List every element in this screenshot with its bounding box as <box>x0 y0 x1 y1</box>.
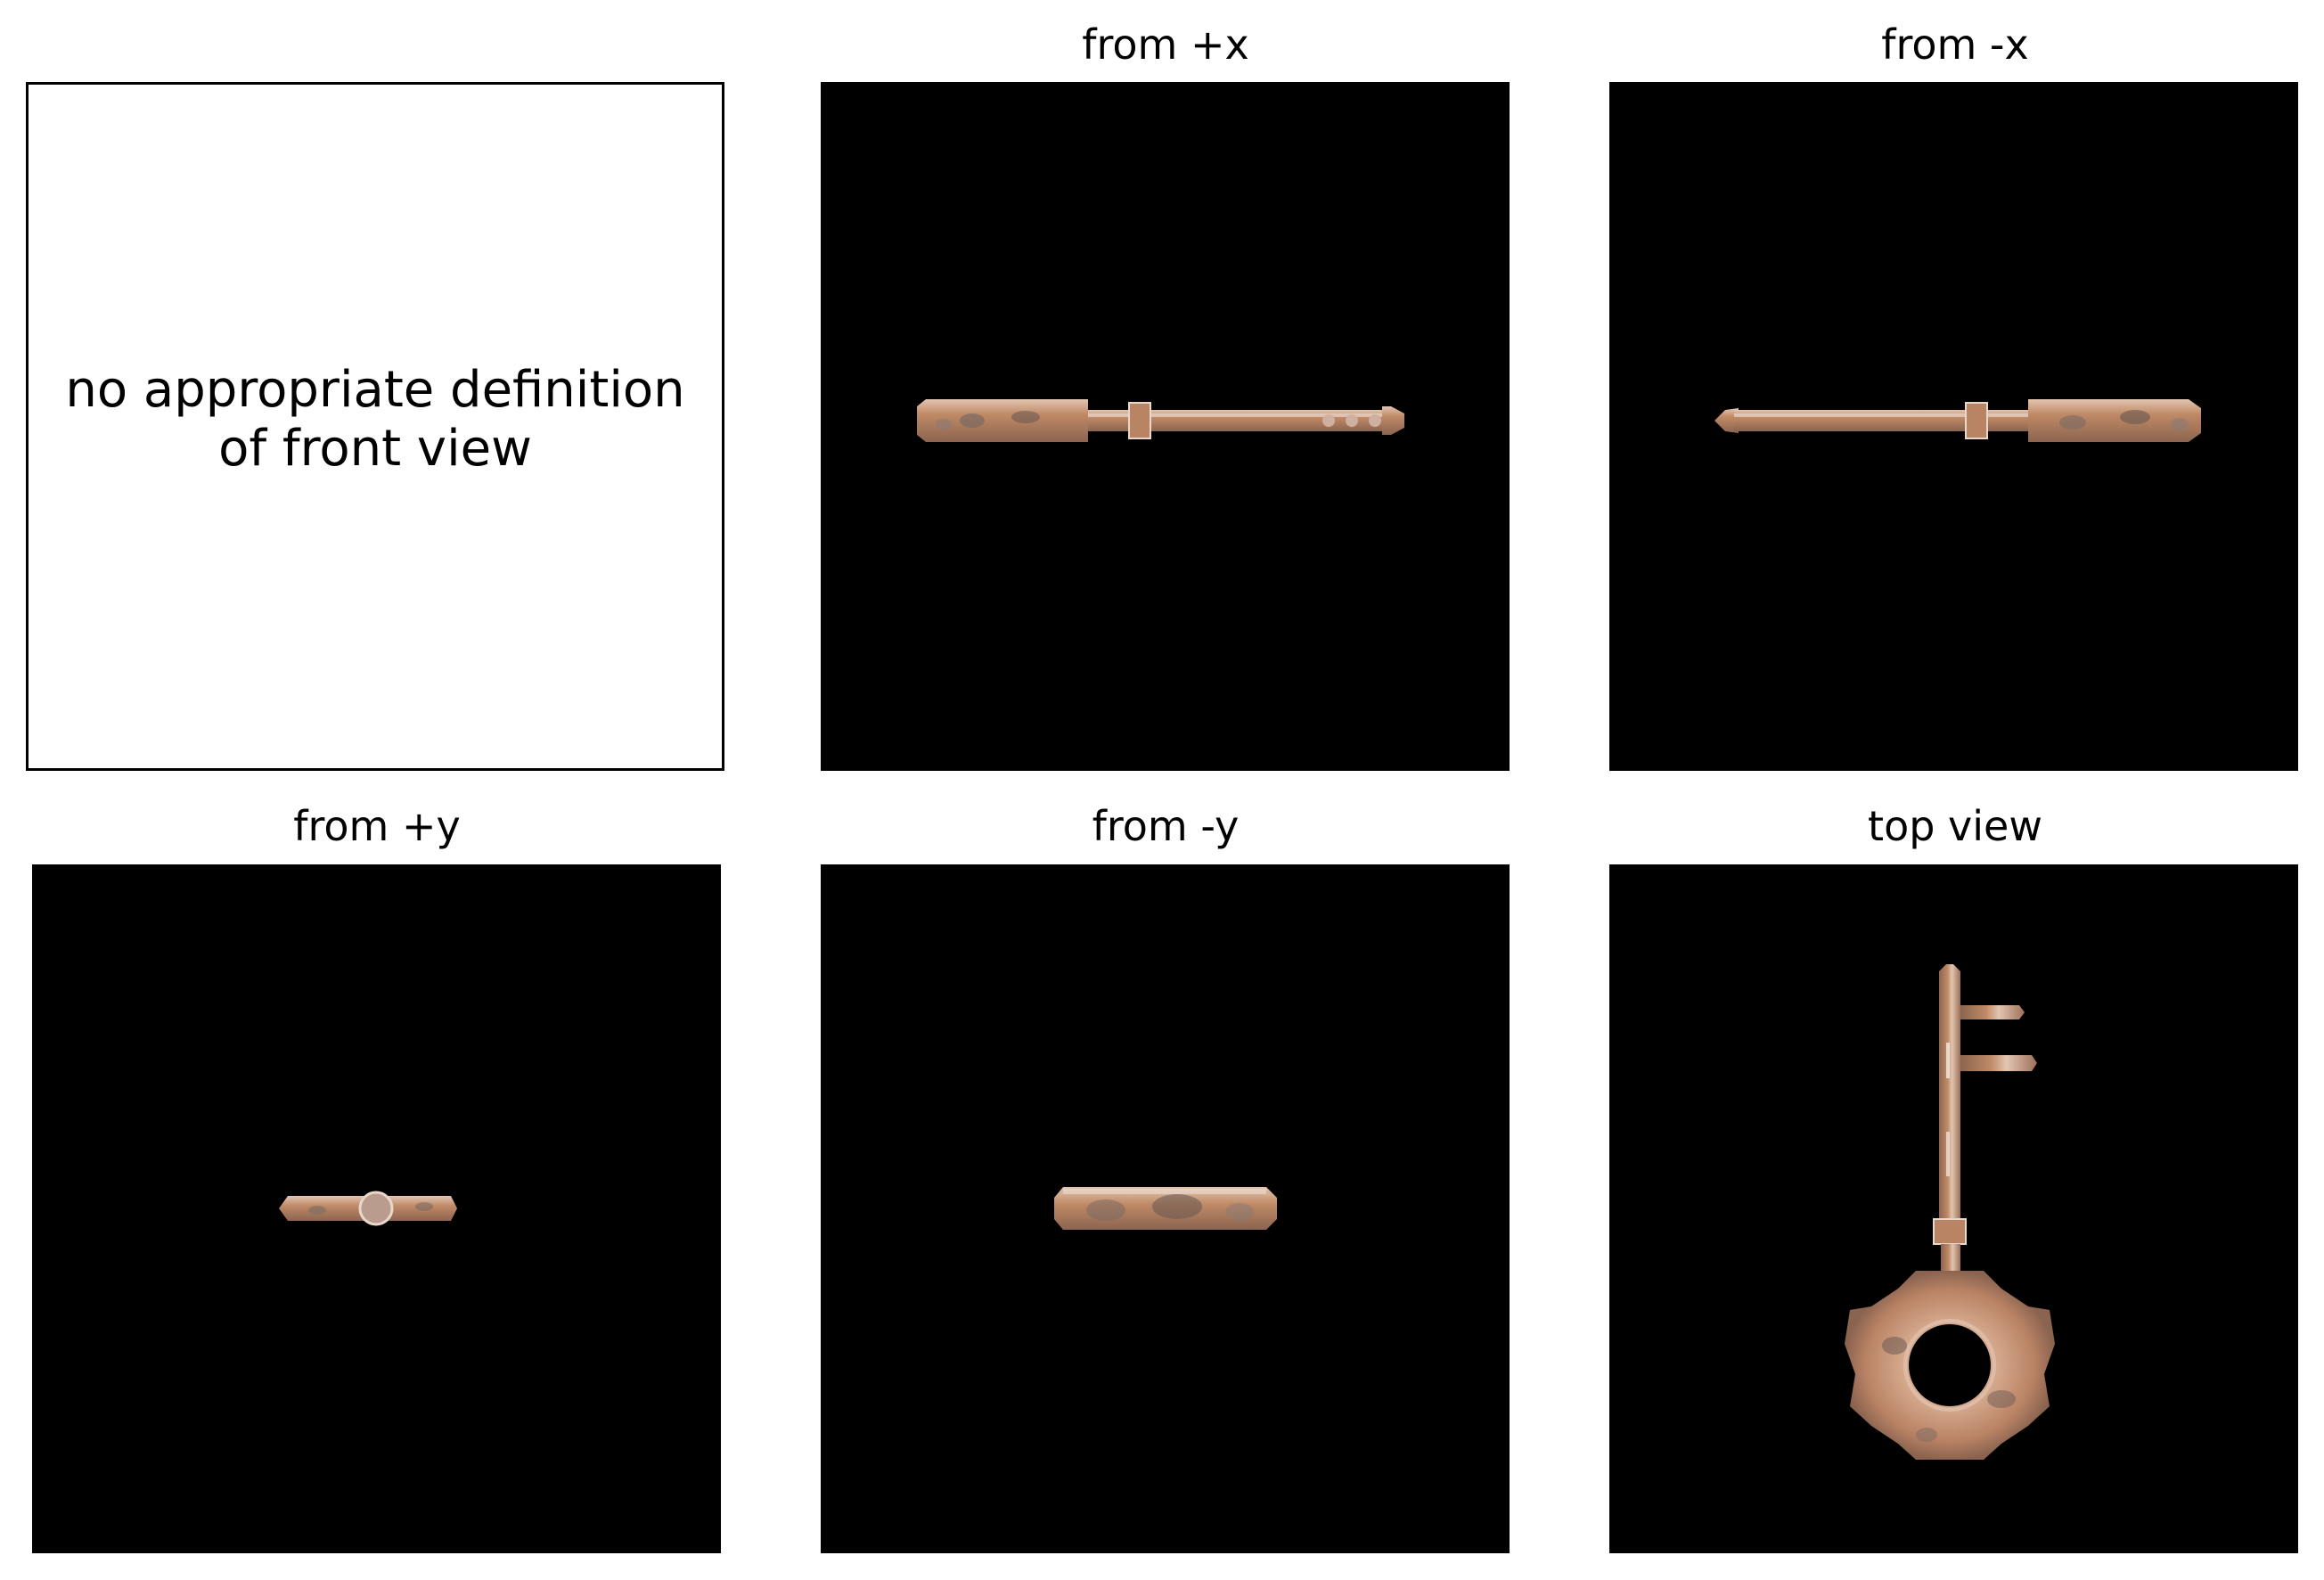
note-line-1: no appropriate definition <box>65 360 685 419</box>
panel-title-top-view: top view <box>1868 802 2042 850</box>
front-view-placeholder: no appropriate definition of front view <box>26 82 724 771</box>
panel-title-plus-x: from +x <box>1082 20 1249 69</box>
view-panel-top-view <box>1609 864 2298 1553</box>
view-panel-minus-y <box>821 864 1510 1553</box>
panel-title-plus-y: from +y <box>293 802 461 850</box>
key-top-view-image <box>1845 964 2055 1460</box>
key-end-view-bow-image <box>1054 1187 1277 1230</box>
key-side-view-image <box>917 399 1404 442</box>
view-panel-plus-y <box>32 864 721 1553</box>
view-panel-plus-x <box>821 82 1510 771</box>
front-view-note: no appropriate definition of front view <box>29 361 722 479</box>
panel-title-minus-y: from -y <box>1092 802 1240 850</box>
panel-title-minus-x: from -x <box>1881 20 2029 69</box>
key-end-view-small-image <box>279 1191 457 1226</box>
view-panel-minus-x <box>1609 82 2298 771</box>
note-line-2: of front view <box>218 419 532 478</box>
key-side-view-mirrored-image <box>1714 399 2201 442</box>
